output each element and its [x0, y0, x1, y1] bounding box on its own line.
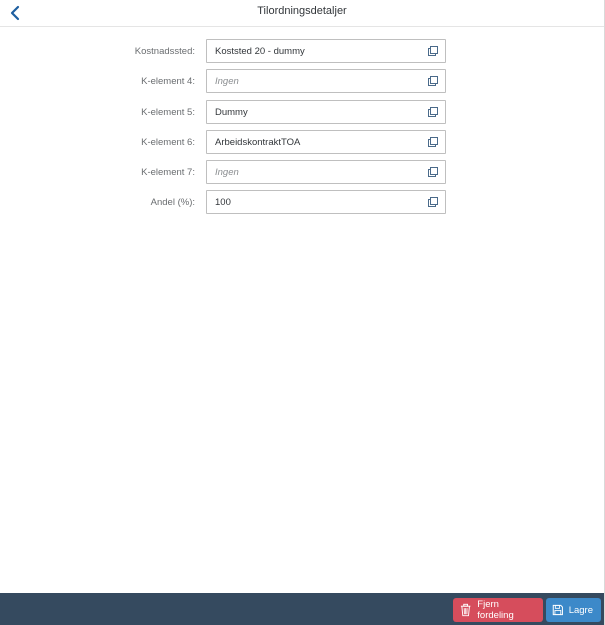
k-element-5-field[interactable]: Dummy	[206, 99, 446, 124]
assignment-form: Kostnadssted: Koststed 20 - dummy K-elem…	[0, 39, 604, 221]
k-element-4-field[interactable]: Ingen	[206, 69, 446, 94]
field-placeholder: Ingen	[215, 167, 239, 179]
copy-icon[interactable]	[427, 45, 439, 57]
page: Tilordningsdetaljer Kostnadssted: Kostst…	[0, 0, 605, 625]
remove-allocation-label: Fjern fordeling	[477, 599, 514, 621]
field-value: 100	[215, 197, 231, 209]
copy-icon[interactable]	[427, 75, 439, 87]
field-value: Dummy	[215, 106, 248, 118]
field-value: Koststed 20 - dummy	[215, 46, 305, 57]
header-bar: Tilordningsdetaljer	[0, 0, 604, 27]
field-value: ArbeidskontraktTOA	[215, 136, 301, 148]
form-row-k-element-7: K-element 7: Ingen	[0, 160, 604, 190]
field-label: K-element 6:	[141, 136, 195, 148]
save-label: Lagre	[568, 604, 593, 616]
field-placeholder: Ingen	[215, 76, 239, 88]
form-row-k-element-5: K-element 5: Dummy	[0, 99, 604, 130]
save-button[interactable]: Lagre	[546, 598, 601, 622]
field-label: Andel (%):	[150, 197, 195, 209]
field-label: Kostnadssted:	[134, 46, 195, 57]
field-label: K-element 7:	[141, 167, 195, 179]
save-icon	[552, 604, 563, 616]
copy-icon[interactable]	[427, 166, 439, 178]
kostnadssted-field[interactable]: Koststed 20 - dummy	[206, 39, 446, 63]
remove-allocation-button[interactable]: Fjern fordeling	[453, 598, 543, 622]
form-row-kostnadssted: Kostnadssted: Koststed 20 - dummy	[0, 39, 604, 69]
form-row-andel: Andel (%): 100	[0, 190, 604, 220]
copy-icon[interactable]	[427, 136, 439, 148]
form-row-k-element-6: K-element 6: ArbeidskontraktTOA	[0, 129, 604, 160]
field-label: K-element 4:	[141, 76, 195, 88]
form-row-k-element-4: K-element 4: Ingen	[0, 69, 604, 99]
page-title: Tilordningsdetaljer	[257, 5, 347, 17]
footer-toolbar: Fjern fordeling Lagre	[0, 593, 604, 625]
k-element-7-field[interactable]: Ingen	[206, 160, 446, 185]
copy-icon[interactable]	[427, 196, 439, 208]
copy-icon[interactable]	[427, 106, 439, 118]
k-element-6-field[interactable]: ArbeidskontraktTOA	[206, 129, 446, 154]
field-label: K-element 5:	[141, 106, 195, 118]
andel-field[interactable]: 100	[206, 190, 446, 215]
trash-icon	[460, 603, 471, 617]
